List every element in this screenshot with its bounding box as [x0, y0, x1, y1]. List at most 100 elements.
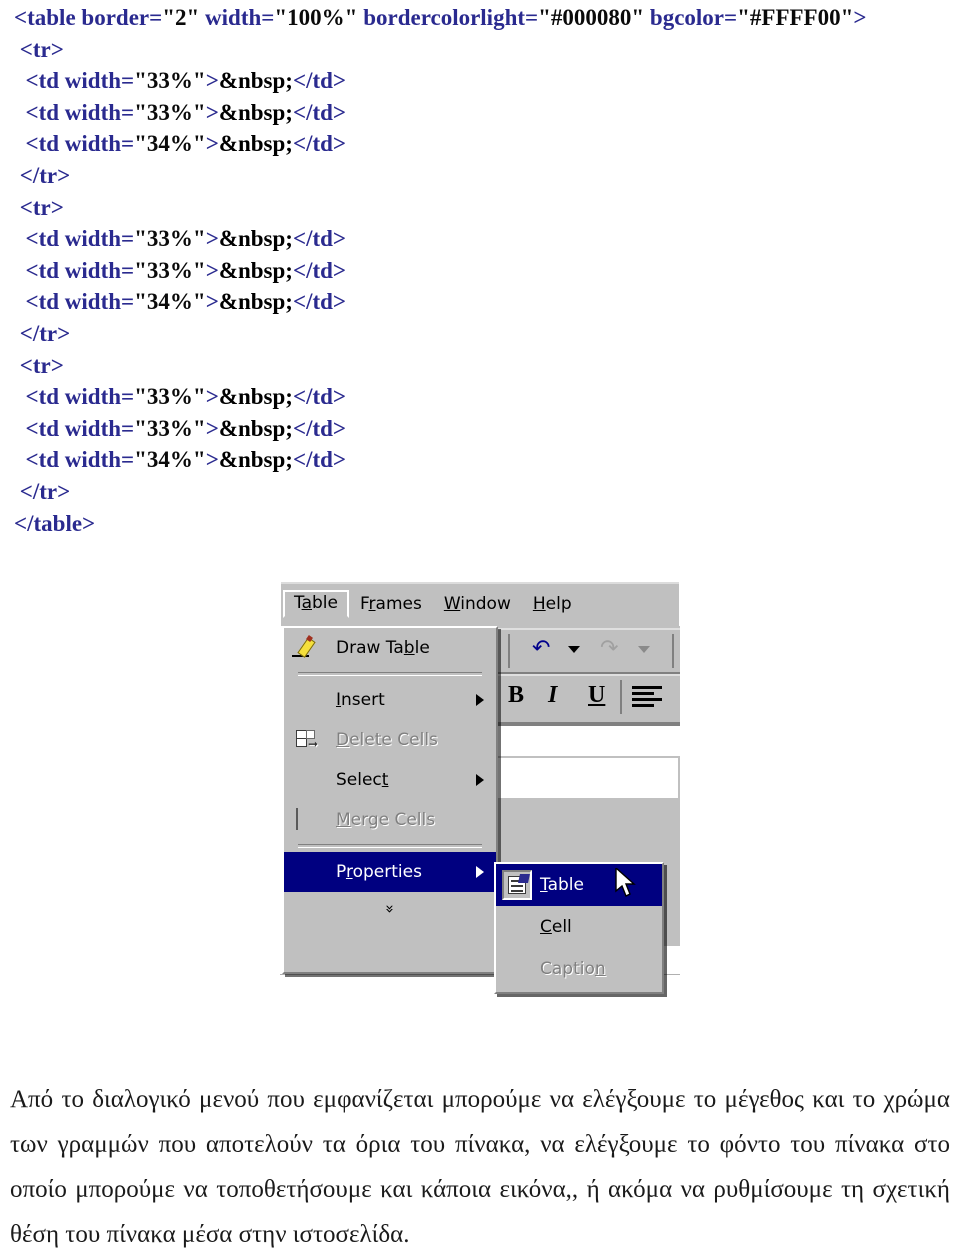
- menu-item-label: Insert: [336, 690, 385, 710]
- code-token-tag: <table border=: [14, 5, 163, 30]
- submenu-arrow-icon: [476, 866, 484, 878]
- code-token-tag: <td width=: [25, 289, 135, 315]
- submenu-arrow-icon: [476, 774, 484, 786]
- submenu-item-label: Caption: [540, 959, 606, 979]
- code-line: <tr>: [14, 350, 950, 382]
- code-token-val: "33%": [134, 384, 206, 410]
- menu-separator: [298, 672, 482, 676]
- table-menu-dropdown[interactable]: Draw Table Insert ➞ Delete Cells Select Merge…: [282, 626, 498, 974]
- code-token-tag: bgcolor=: [644, 5, 738, 30]
- menubar-item-table[interactable]: Table: [283, 590, 349, 618]
- redo-dropdown-caret-icon: [638, 646, 650, 653]
- code-token-val: "33%": [134, 226, 206, 252]
- code-token-ent: &nbsp;: [218, 68, 293, 94]
- align-left-icon[interactable]: [632, 686, 662, 708]
- code-line: <td width="33%">&nbsp;</td>: [14, 97, 950, 129]
- code-token-val: "34%": [134, 447, 206, 473]
- code-token-tag: <td width=: [25, 384, 135, 410]
- document-area-cell: [496, 756, 680, 800]
- expand-menu-chevron-down-icon[interactable]: »: [373, 803, 407, 1015]
- code-token-tag: >: [205, 226, 219, 252]
- code-token-tag: </td>: [292, 226, 347, 252]
- code-token-tag: >: [205, 447, 219, 473]
- menu-bar[interactable]: Table Frames Window Help: [281, 582, 679, 626]
- code-token-ent: &nbsp;: [218, 384, 293, 410]
- code-token-tag: </td>: [292, 447, 347, 473]
- code-line: <td width="33%">&nbsp;</td>: [14, 255, 950, 287]
- code-token-val: "100%": [274, 5, 358, 30]
- submenu-item-cell[interactable]: Cell: [496, 906, 662, 948]
- code-token-val: "33%": [134, 415, 206, 441]
- code-token-ent: &nbsp;: [218, 415, 293, 441]
- code-token-tag: </tr>: [19, 320, 71, 346]
- menubar-item-window[interactable]: Window: [433, 591, 522, 619]
- code-line: </tr>: [14, 160, 950, 192]
- undo-icon[interactable]: ↶: [532, 638, 558, 660]
- code-line: <td width="34%">&nbsp;</td>: [14, 128, 950, 160]
- mouse-cursor-icon: [615, 868, 636, 897]
- submenu-arrow-icon: [476, 694, 484, 706]
- menu-item-draw-table[interactable]: Draw Table: [284, 628, 496, 668]
- code-token-ent: &nbsp;: [218, 131, 293, 157]
- code-token-val: "34%": [134, 289, 206, 315]
- code-token-tag: <tr>: [19, 36, 64, 62]
- code-line: <td width="33%">&nbsp;</td>: [14, 65, 950, 97]
- pencil-icon: [292, 635, 318, 659]
- menu-item-label: Delete Cells: [336, 730, 438, 750]
- code-line: <table border="2" width="100%" bordercol…: [14, 2, 950, 34]
- code-token-ent: &nbsp;: [218, 226, 293, 252]
- code-line: <td width="33%">&nbsp;</td>: [14, 413, 950, 445]
- code-token-val: "34%": [134, 131, 206, 157]
- undo-dropdown-caret-icon[interactable]: [568, 646, 580, 653]
- menubar-item-frames[interactable]: Frames: [349, 591, 433, 619]
- code-token-tag: >: [205, 99, 219, 125]
- menubar-item-help[interactable]: Help: [522, 591, 583, 619]
- code-token-tag: </td>: [292, 384, 347, 410]
- menu-item-label: Select: [336, 770, 389, 790]
- underline-icon[interactable]: U: [588, 682, 605, 709]
- code-token-ent: &nbsp;: [218, 99, 293, 125]
- code-token-tag: bordercolorlight=: [357, 5, 539, 30]
- toolbar-row-standard: [496, 628, 680, 674]
- code-token-tag: >: [205, 384, 219, 410]
- code-token-val: "2": [162, 5, 200, 30]
- italic-icon[interactable]: I: [548, 682, 557, 709]
- menu-item-insert[interactable]: Insert: [284, 680, 496, 720]
- code-token-tag: <td width=: [25, 226, 135, 252]
- code-line: <td width="34%">&nbsp;</td>: [14, 286, 950, 318]
- submenu-item-table[interactable]: Table: [496, 864, 662, 906]
- code-token-tag: >: [853, 5, 867, 30]
- code-line: </table>: [14, 508, 950, 540]
- code-line: <tr>: [14, 192, 950, 224]
- merge-cells-icon: [296, 808, 318, 831]
- code-token-tag: <td width=: [25, 131, 135, 157]
- code-token-tag: <tr>: [19, 194, 64, 220]
- code-token-val: "33%": [134, 99, 206, 125]
- code-token-tag: <tr>: [19, 352, 64, 378]
- code-token-ent: &nbsp;: [218, 447, 293, 473]
- properties-submenu[interactable]: Table Cell Caption: [494, 862, 664, 994]
- document-area-lower: [496, 800, 680, 870]
- code-line: <td width="33%">&nbsp;</td>: [14, 223, 950, 255]
- code-token-val: "33%": [134, 257, 206, 283]
- table-properties-icon: [502, 870, 532, 900]
- menu-item-label: Draw Table: [336, 638, 430, 658]
- menu-item-delete-cells: ➞ Delete Cells: [284, 720, 496, 760]
- delete-cells-icon: ➞: [296, 729, 318, 751]
- menubar-item-label: Table: [294, 593, 338, 613]
- code-token-tag: </td>: [292, 289, 347, 315]
- code-token-tag: <td width=: [25, 415, 135, 441]
- code-token-tag: </td>: [292, 415, 347, 441]
- code-line: <tr>: [14, 34, 950, 66]
- bold-icon[interactable]: B: [508, 682, 524, 709]
- code-token-tag: >: [205, 257, 219, 283]
- code-token-tag: >: [205, 415, 219, 441]
- code-line: </tr>: [14, 476, 950, 508]
- code-token-ent: &nbsp;: [218, 289, 293, 315]
- toolbar-separator-3: [620, 680, 622, 714]
- menu-item-select[interactable]: Select: [284, 760, 496, 800]
- code-line: <td width="34%">&nbsp;</td>: [14, 444, 950, 476]
- code-token-tag: </td>: [292, 68, 347, 94]
- code-token-val: "33%": [134, 68, 206, 94]
- submenu-item-caption: Caption: [496, 948, 662, 990]
